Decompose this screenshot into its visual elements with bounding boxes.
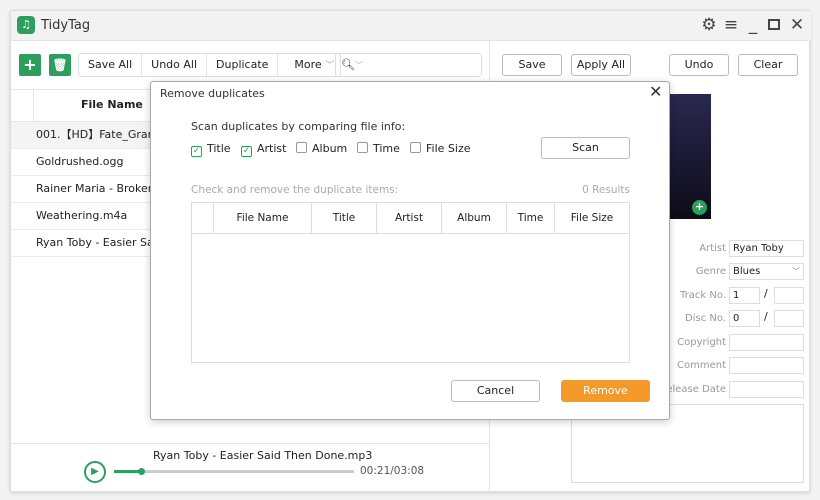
checkbox[interactable]	[410, 142, 421, 153]
hamburger-icon[interactable]: ≡	[721, 15, 741, 35]
option-label: Album	[312, 142, 348, 155]
remove-button[interactable]: Remove	[561, 380, 650, 402]
maximize-icon[interactable]	[768, 19, 780, 30]
checkbox[interactable]	[357, 142, 368, 153]
checkbox-checked[interactable]: ✓	[191, 146, 202, 157]
track-field[interactable]: 1	[729, 287, 760, 304]
scan-prompt: Scan duplicates by comparing file info:	[191, 120, 406, 133]
clear-button[interactable]: Clear	[738, 54, 798, 76]
add-cover-icon[interactable]: +	[692, 200, 707, 215]
option-artist[interactable]: ✓ Artist	[241, 142, 286, 157]
column-file-size[interactable]: File Size	[555, 203, 629, 233]
slash: /	[764, 310, 768, 323]
delete-button[interactable]: 🗑	[49, 54, 71, 76]
results-count: 0 Results	[582, 184, 630, 196]
search-input[interactable]: 🔍︎﹀	[335, 53, 482, 77]
title-bar: ♫ TidyTag ⚙ ≡ _ ✕	[11, 11, 811, 41]
copyright-field[interactable]	[729, 334, 804, 351]
chevron-down-icon: ﹀	[792, 267, 800, 276]
genre-select[interactable]: Blues ﹀	[729, 263, 804, 280]
progress-handle[interactable]	[137, 468, 145, 475]
checkbox-checked[interactable]: ✓	[241, 146, 252, 157]
duplicates-table-header: File Name Title Artist Album Time File S…	[192, 203, 629, 234]
column-file-name[interactable]: File Name	[81, 98, 143, 111]
track-total-field[interactable]	[774, 287, 804, 304]
duplicates-table: File Name Title Artist Album Time File S…	[191, 202, 630, 363]
playback-time: 00:21/03:08	[360, 465, 425, 477]
column-title[interactable]: Title	[312, 203, 377, 233]
now-playing-title: Ryan Toby - Easier Said Then Done.mp3	[153, 449, 373, 462]
gear-icon[interactable]: ⚙	[699, 15, 719, 35]
progress-slider[interactable]	[114, 468, 354, 475]
column-album[interactable]: Album	[442, 203, 507, 233]
close-icon[interactable]: ✕	[787, 15, 807, 35]
play-button[interactable]: ▶	[84, 461, 106, 483]
select-column[interactable]	[192, 203, 214, 233]
more-dropdown[interactable]: More ﹀	[278, 54, 340, 76]
duplicate-button[interactable]: Duplicate	[207, 54, 279, 76]
disc-field[interactable]: 0	[729, 310, 760, 327]
comment-field[interactable]	[729, 357, 804, 374]
app-logo-icon: ♫	[17, 16, 35, 34]
chevron-down-icon: ﹀	[325, 61, 335, 71]
option-title[interactable]: ✓ Title	[191, 142, 231, 157]
progress-fill	[114, 470, 141, 473]
option-time[interactable]: Time	[357, 142, 400, 155]
option-label: Time	[373, 142, 400, 155]
checkbox[interactable]	[296, 142, 307, 153]
save-all-button[interactable]: Save All	[79, 54, 143, 76]
genre-value: Blues	[733, 266, 761, 277]
cancel-button[interactable]: Cancel	[451, 380, 540, 402]
minimize-icon[interactable]: _	[743, 15, 763, 35]
scan-button[interactable]: Scan	[541, 137, 630, 159]
option-file-size[interactable]: File Size	[410, 142, 470, 155]
dialog-title: Remove duplicates	[160, 87, 265, 100]
undo-button[interactable]: Undo	[669, 54, 729, 76]
save-button[interactable]: Save	[502, 54, 562, 76]
toolbar-group: Save All Undo All Duplicate More ﹀	[78, 53, 342, 77]
artist-field[interactable]: Ryan Toby	[729, 240, 804, 257]
column-file-name[interactable]: File Name	[214, 203, 312, 233]
divider	[11, 443, 489, 444]
search-icon: 🔍︎	[341, 58, 355, 71]
chevron-down-icon: ﹀	[354, 61, 363, 70]
close-icon[interactable]: ✕	[649, 82, 662, 101]
add-file-button[interactable]: +	[19, 54, 41, 76]
disc-total-field[interactable]	[774, 310, 804, 327]
undo-all-button[interactable]: Undo All	[142, 54, 208, 76]
option-album[interactable]: Album	[296, 142, 347, 155]
slash: /	[764, 287, 768, 300]
option-label: Artist	[257, 142, 287, 155]
option-label: Title	[207, 142, 231, 155]
more-label: More	[294, 58, 322, 71]
release-date-field[interactable]	[729, 381, 804, 398]
apply-all-button[interactable]: Apply All	[571, 54, 631, 76]
option-label: File Size	[426, 142, 471, 155]
app-title: TidyTag	[41, 18, 91, 33]
column-artist[interactable]: Artist	[377, 203, 442, 233]
list-prompt: Check and remove the duplicate items:	[191, 184, 399, 196]
remove-duplicates-dialog: Remove duplicates ✕ Scan duplicates by c…	[150, 81, 670, 420]
column-time[interactable]: Time	[507, 203, 555, 233]
